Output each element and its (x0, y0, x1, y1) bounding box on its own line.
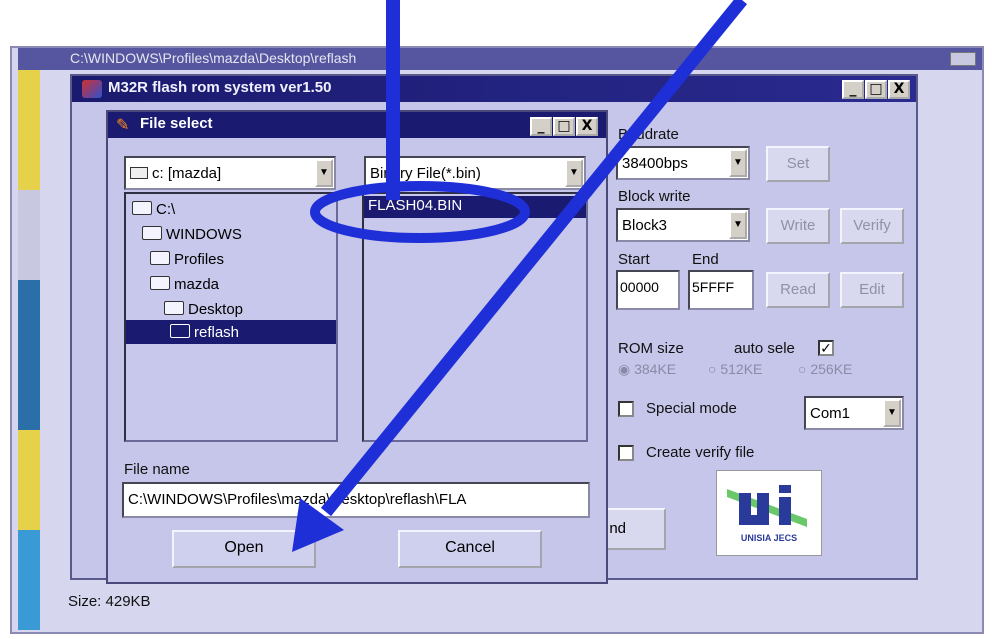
highlight-ellipse (310, 181, 530, 243)
annotation-overlay (292, 0, 748, 552)
vertical-arrow-line (386, 0, 400, 200)
